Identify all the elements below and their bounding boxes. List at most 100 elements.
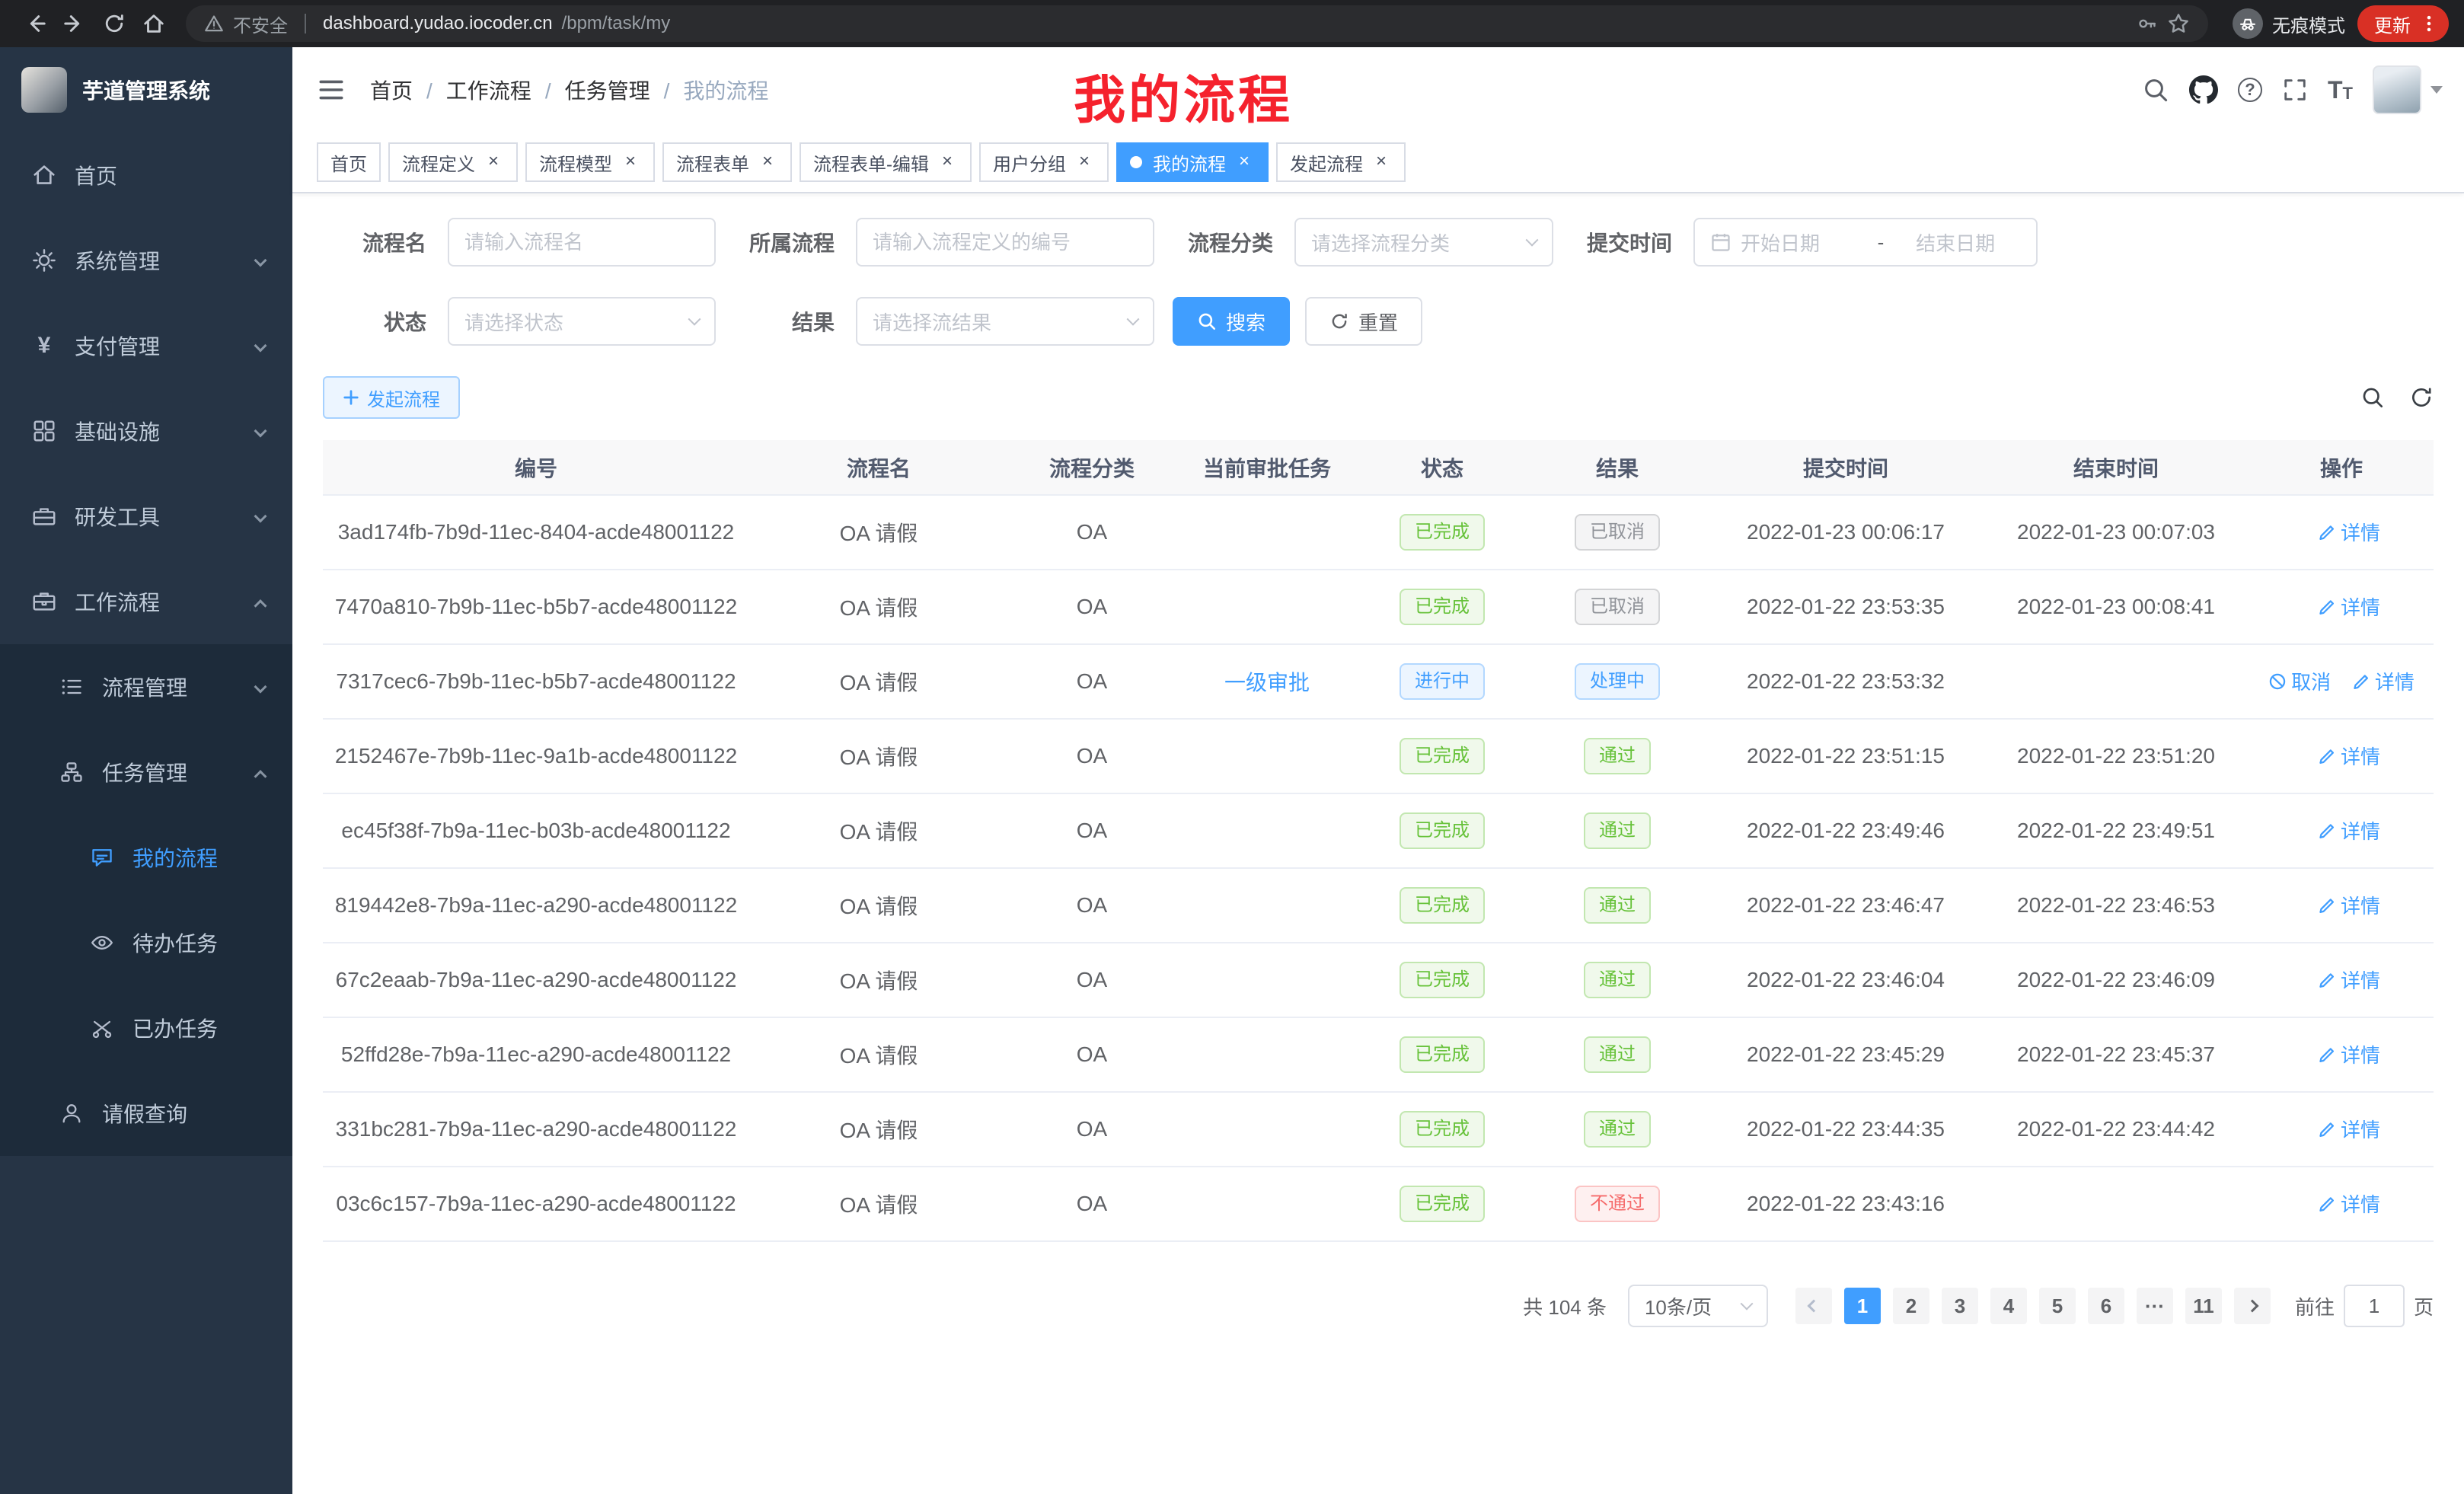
- process-id: 7317cec6-7b9b-11ec-b5b7-acde48001122: [336, 669, 736, 693]
- end-time: 2022-01-22 23:46:53: [2017, 893, 2215, 917]
- view-tab[interactable]: 发起流程 ×: [1276, 142, 1406, 182]
- github-icon[interactable]: [2189, 75, 2218, 104]
- page-number-button[interactable]: 5: [2039, 1288, 2076, 1324]
- bookmark-star-icon[interactable]: [2167, 12, 2190, 35]
- page-number-button[interactable]: 6: [2088, 1288, 2124, 1324]
- detail-link[interactable]: 详情: [2318, 1040, 2380, 1068]
- view-tab-label: 流程表单: [676, 149, 749, 176]
- edit-pencil-icon: [2318, 971, 2336, 989]
- update-button[interactable]: 更新: [2357, 5, 2449, 42]
- tab-close-icon[interactable]: ×: [1234, 152, 1255, 173]
- user-menu[interactable]: [2373, 65, 2443, 114]
- incognito-icon: [2233, 8, 2263, 39]
- browser-back-icon[interactable]: [15, 4, 55, 43]
- detail-link[interactable]: 详情: [2318, 592, 2380, 621]
- toggle-search-icon[interactable]: [2360, 385, 2385, 410]
- view-tab[interactable]: 流程表单 ×: [662, 142, 792, 182]
- result-badge: 通过: [1584, 1111, 1651, 1148]
- browser-menu-kebab-icon[interactable]: [2418, 13, 2440, 34]
- search-button[interactable]: 搜索: [1173, 297, 1290, 346]
- sidebar-item-done-tasks[interactable]: 已办任务: [0, 985, 292, 1071]
- goto-page-input[interactable]: [2344, 1285, 2405, 1327]
- page-number-button[interactable]: ···: [2137, 1288, 2173, 1324]
- breadcrumb-item[interactable]: 工作流程: [446, 75, 565, 105]
- current-task-link[interactable]: 一级审批: [1224, 666, 1310, 697]
- avatar[interactable]: [2373, 65, 2421, 114]
- search-icon[interactable]: [2142, 76, 2169, 104]
- fullscreen-icon[interactable]: [2282, 77, 2308, 103]
- process-name-input[interactable]: [448, 218, 716, 267]
- chevron-down-icon: [254, 340, 267, 353]
- tab-close-icon[interactable]: ×: [1074, 152, 1095, 173]
- prev-page-button[interactable]: [1795, 1288, 1832, 1324]
- date-range-picker[interactable]: 开始日期 - 结束日期: [1693, 218, 2038, 267]
- detail-link[interactable]: 详情: [2352, 667, 2415, 695]
- view-tab[interactable]: 流程定义 ×: [388, 142, 518, 182]
- sidebar-item-process-mgmt[interactable]: 流程管理: [0, 644, 292, 729]
- incognito-badge: 无痕模式: [2233, 8, 2345, 39]
- result-select[interactable]: 请选择流结果: [856, 297, 1154, 346]
- view-tab[interactable]: 流程表单-编辑 ×: [800, 142, 972, 182]
- sidebar-item-task-mgmt[interactable]: 任务管理: [0, 729, 292, 815]
- browser-chrome: 不安全 dashboard.yudao.iocoder.cn/bpm/task/…: [0, 0, 2464, 47]
- help-icon[interactable]: ?: [2238, 78, 2262, 102]
- hamburger-icon[interactable]: [317, 75, 346, 104]
- view-tab[interactable]: 我的流程 ×: [1116, 142, 1269, 182]
- browser-forward-icon[interactable]: [55, 4, 94, 43]
- font-size-icon[interactable]: TT: [2328, 78, 2353, 102]
- sidebar-item-devtools[interactable]: 研发工具: [0, 474, 292, 559]
- sidebar-item-my-process[interactable]: 我的流程: [0, 815, 292, 900]
- browser-home-icon[interactable]: [134, 4, 174, 43]
- detail-link[interactable]: 详情: [2318, 742, 2380, 770]
- breadcrumb-item[interactable]: 任务管理: [565, 75, 684, 105]
- page-size-select[interactable]: 10条/页: [1628, 1285, 1768, 1327]
- table-row: ec45f38f-7b9a-11ec-b03b-acde48001122 OA …: [323, 793, 2434, 868]
- detail-link[interactable]: 详情: [2318, 966, 2380, 994]
- home-icon: [30, 162, 58, 188]
- url-domain: dashboard.yudao.iocoder.cn: [323, 13, 553, 34]
- detail-link[interactable]: 详情: [2318, 891, 2380, 919]
- breadcrumb-item[interactable]: 首页: [370, 75, 446, 105]
- view-tab[interactable]: 用户分组 ×: [979, 142, 1109, 182]
- page-number-button[interactable]: 2: [1893, 1288, 1929, 1324]
- status-select[interactable]: 请选择状态: [448, 297, 716, 346]
- breadcrumb: 首页 工作流程 任务管理 我的流程: [370, 75, 768, 105]
- tab-close-icon[interactable]: ×: [620, 152, 641, 173]
- sidebar-item-infra[interactable]: 基础设施: [0, 388, 292, 474]
- cancel-link[interactable]: 取消: [2268, 667, 2331, 695]
- tab-close-icon[interactable]: ×: [937, 152, 958, 173]
- tab-close-icon[interactable]: ×: [483, 152, 504, 173]
- view-tab[interactable]: 流程模型 ×: [525, 142, 655, 182]
- view-tab[interactable]: 首页: [317, 142, 381, 182]
- sidebar-item-todo-tasks[interactable]: 待办任务: [0, 900, 292, 985]
- sidebar-item-payment[interactable]: ¥ 支付管理: [0, 303, 292, 388]
- detail-link[interactable]: 详情: [2318, 816, 2380, 844]
- detail-link[interactable]: 详情: [2318, 1115, 2380, 1143]
- page-number-button[interactable]: 11: [2185, 1288, 2222, 1324]
- next-page-button[interactable]: [2234, 1288, 2271, 1324]
- key-icon[interactable]: [2137, 13, 2158, 34]
- address-bar[interactable]: 不安全 dashboard.yudao.iocoder.cn/bpm/task/…: [186, 5, 2208, 42]
- page-number-button[interactable]: 4: [1990, 1288, 2027, 1324]
- page-number-button[interactable]: 3: [1942, 1288, 1978, 1324]
- sidebar-item-system[interactable]: 系统管理: [0, 218, 292, 303]
- process-def-input[interactable]: [856, 218, 1154, 267]
- detail-link[interactable]: 详情: [2318, 1189, 2380, 1218]
- sidebar-item-home[interactable]: 首页: [0, 132, 292, 218]
- tab-close-icon[interactable]: ×: [757, 152, 778, 173]
- sidebar-item-workflow[interactable]: 工作流程: [0, 559, 292, 644]
- refresh-table-icon[interactable]: [2409, 385, 2434, 410]
- category-select[interactable]: 请选择流程分类: [1294, 218, 1553, 267]
- process-category: OA: [1077, 669, 1107, 693]
- browser-reload-icon[interactable]: [94, 4, 134, 43]
- sidebar-item-label: 首页: [75, 160, 117, 190]
- tab-close-icon[interactable]: ×: [1371, 152, 1392, 173]
- reset-button[interactable]: 重置: [1305, 297, 1422, 346]
- column-header: 当前审批任务: [1176, 440, 1358, 495]
- view-tab-label: 流程表单-编辑: [813, 149, 929, 176]
- create-process-button[interactable]: 发起流程: [323, 376, 460, 419]
- table-row: 819442e8-7b9a-11ec-a290-acde48001122 OA …: [323, 868, 2434, 943]
- detail-link[interactable]: 详情: [2318, 518, 2380, 546]
- page-number-button[interactable]: 1: [1844, 1288, 1881, 1324]
- sidebar-item-leave-query[interactable]: 请假查询: [0, 1071, 292, 1156]
